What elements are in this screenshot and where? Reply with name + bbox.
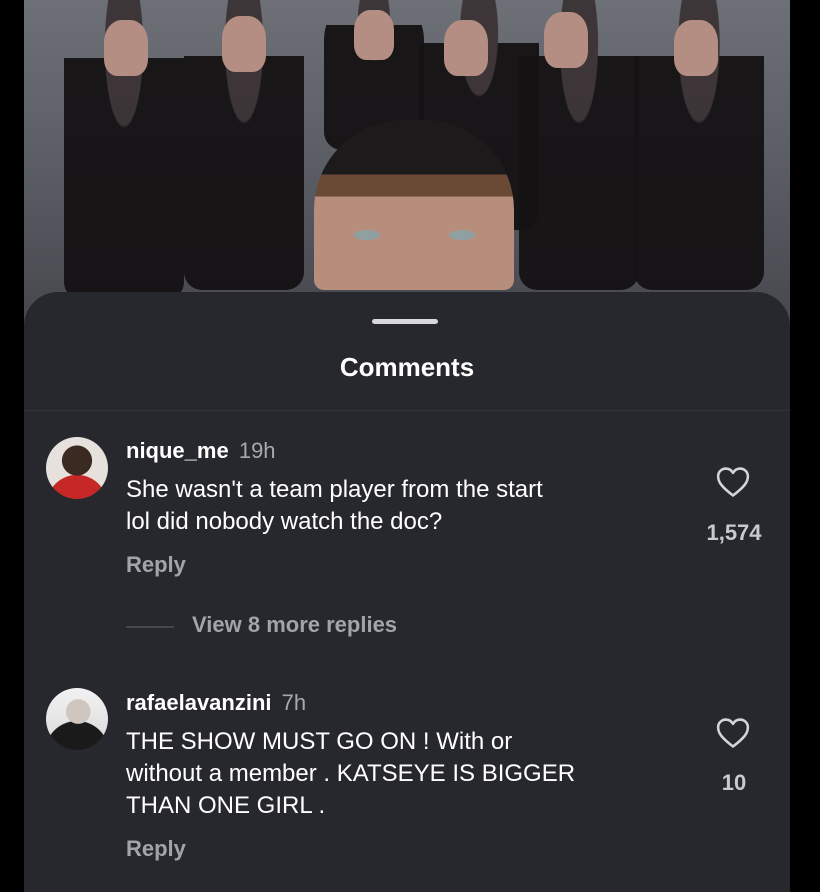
- comment-time: 19h: [238, 438, 276, 463]
- video-background[interactable]: [24, 0, 790, 330]
- comment-text-line: She wasn't a team player from the start: [126, 476, 543, 503]
- video-figure-face: [544, 12, 588, 68]
- avatar[interactable]: [46, 688, 108, 750]
- title-divider: [24, 410, 790, 411]
- video-figure-face: [222, 16, 266, 72]
- comments-title: Comments: [339, 352, 475, 382]
- comment-meta: rafaelavanzini 7h: [126, 690, 306, 716]
- comment-username[interactable]: rafaelavanzini: [126, 690, 272, 715]
- video-figure-face: [354, 10, 394, 60]
- comment-time: 7h: [281, 690, 307, 715]
- phone-screen: Comments nique_me 19h She wasn't a team …: [24, 0, 790, 892]
- comment-meta: nique_me 19h: [126, 438, 276, 464]
- video-figure-face: [444, 20, 488, 76]
- avatar[interactable]: [46, 437, 108, 499]
- creator-eye: [449, 230, 475, 240]
- creator-eye: [354, 230, 380, 240]
- reply-button[interactable]: Reply: [126, 836, 186, 862]
- comment-text-line: THAN ONE GIRL .: [126, 792, 326, 819]
- video-figure-face: [674, 20, 718, 76]
- heart-outline-icon[interactable]: [716, 466, 750, 498]
- replies-line: [126, 626, 174, 628]
- like-count: 10: [721, 770, 747, 795]
- like-count: 1,574: [706, 520, 762, 545]
- comment-text-line: lol did nobody watch the doc?: [126, 508, 443, 535]
- comments-sheet: Comments nique_me 19h She wasn't a team …: [24, 292, 790, 892]
- video-figure-face: [104, 20, 148, 76]
- comment-text: THE SHOW MUST GO ON ! With or without a …: [126, 726, 686, 822]
- comment-text-line: THE SHOW MUST GO ON ! With or: [126, 728, 513, 755]
- comment-text-line: without a member . KATSEYE IS BIGGER: [126, 760, 576, 787]
- reply-button[interactable]: Reply: [126, 552, 186, 578]
- drag-handle[interactable]: [372, 319, 438, 324]
- heart-outline-icon[interactable]: [716, 717, 750, 749]
- view-more-replies-label[interactable]: View 8 more replies: [192, 612, 397, 638]
- comment-username[interactable]: nique_me: [126, 438, 229, 463]
- creator-face-overlay: [314, 120, 514, 290]
- comment-text: She wasn't a team player from the start …: [126, 474, 686, 538]
